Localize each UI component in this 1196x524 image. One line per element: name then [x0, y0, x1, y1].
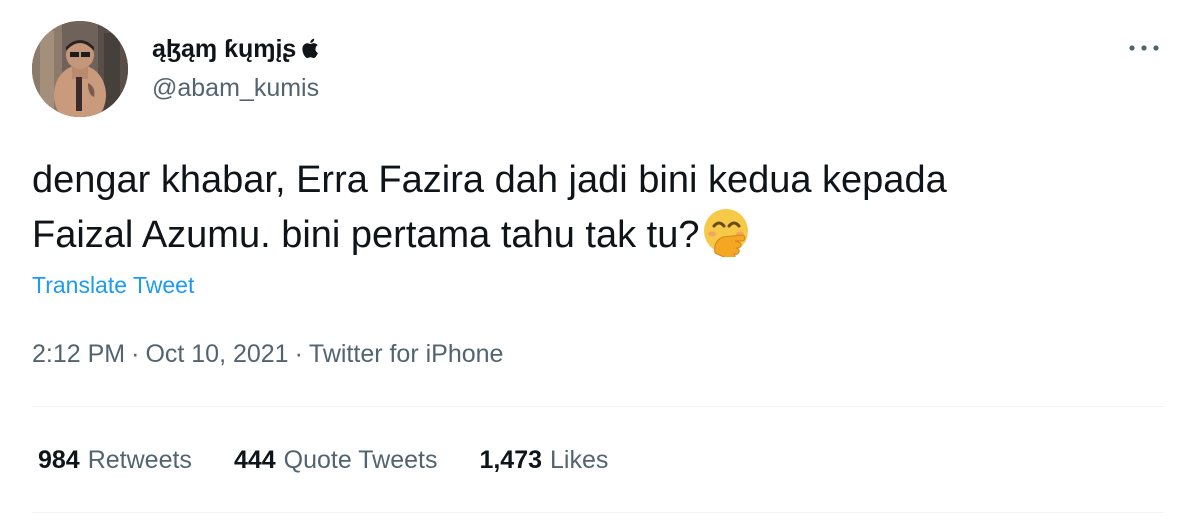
author-handle[interactable]: @abam_kumis	[152, 73, 319, 103]
apple-icon	[302, 36, 320, 66]
tweet-text-line: Faizal Azumu. bini pertama tahu tak tu?	[32, 214, 700, 256]
avatar-photo	[32, 21, 128, 117]
meta-separator: ·	[294, 340, 303, 368]
divider	[32, 406, 1164, 407]
tweet-text-line: dengar khabar, Erra Fazira dah jadi bini…	[32, 159, 947, 201]
translate-tweet-link[interactable]: Translate Tweet	[32, 271, 194, 299]
tweet-source[interactable]: Twitter for iPhone	[309, 340, 504, 368]
tweet-time[interactable]: 2:12 PM	[32, 340, 125, 368]
tweet-date[interactable]: Oct 10, 2021	[145, 340, 288, 368]
likes-stat[interactable]: 1,473 Likes	[479, 444, 608, 476]
display-name-text[interactable]: ąɮąɱ ƙųɱįʂ	[152, 35, 296, 63]
quote-tweets-label: Quote Tweets	[283, 446, 438, 474]
author-display-name[interactable]: ąɮąɱ ƙųɱįʂ	[152, 34, 320, 66]
divider	[32, 512, 1164, 513]
retweets-count: 984	[38, 446, 80, 474]
tweet-stats: 984 Retweets 444 Quote Tweets 1,473 Like…	[38, 444, 608, 476]
tweet-meta: 2:12 PM · Oct 10, 2021 · Twitter for iPhone	[32, 338, 503, 370]
quote-tweets-stat[interactable]: 444 Quote Tweets	[234, 444, 438, 476]
tweet-text: dengar khabar, Erra Fazira dah jadi bini…	[32, 154, 1152, 272]
quote-tweets-count: 444	[233, 446, 276, 474]
likes-label: Likes	[550, 446, 609, 474]
tweet-text-line-2: Faizal Azumu. bini pertama tahu tak tu?	[32, 207, 1152, 272]
retweets-label: Retweets	[87, 446, 192, 474]
likes-count: 1,473	[479, 446, 543, 474]
face-with-hand-over-mouth-emoji	[701, 207, 751, 272]
retweets-stat[interactable]: 984 Retweets	[38, 444, 192, 476]
meta-separator: ·	[131, 340, 140, 368]
more-dots-icon[interactable]	[1126, 36, 1162, 60]
avatar[interactable]	[32, 21, 128, 117]
